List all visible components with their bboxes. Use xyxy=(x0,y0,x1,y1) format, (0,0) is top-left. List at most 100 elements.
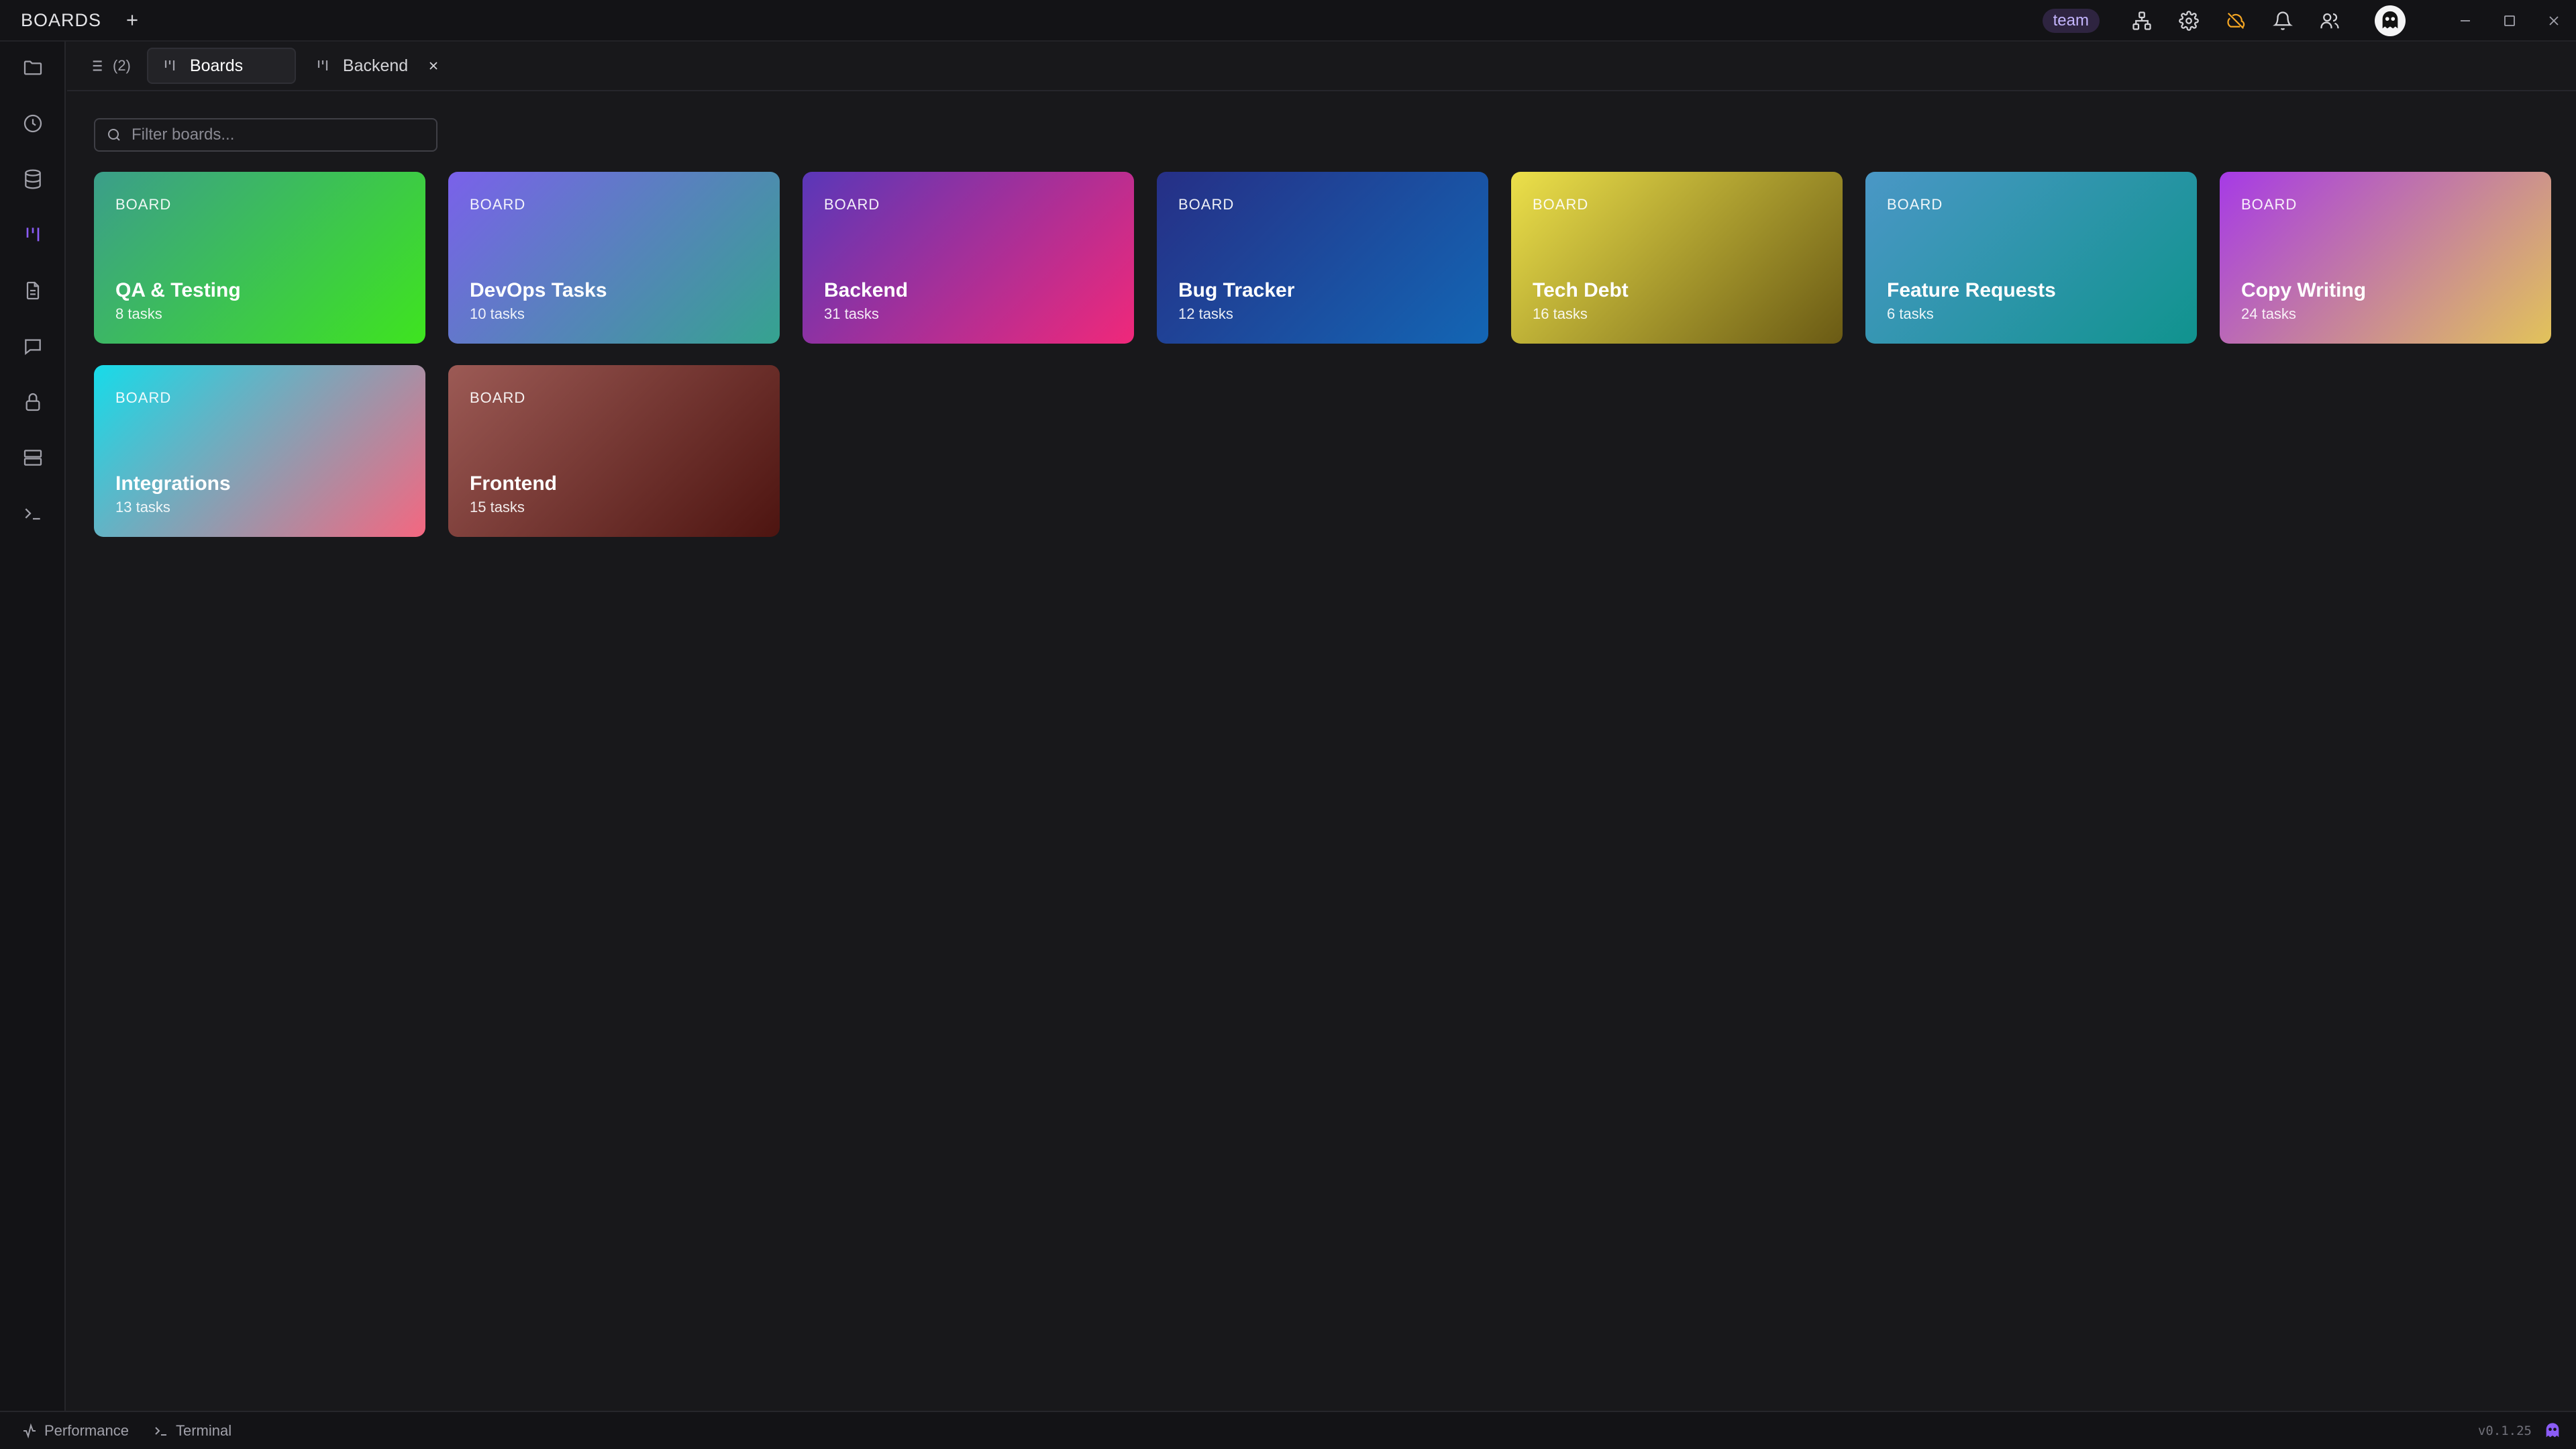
board-card[interactable]: BOARD Tech Debt 16 tasks xyxy=(1511,172,1843,344)
board-kind: BOARD xyxy=(1887,196,1943,213)
board-kind: BOARD xyxy=(1533,196,1589,213)
board-card[interactable]: BOARD Feature Requests 6 tasks xyxy=(1865,172,2197,344)
sidebar-item-boards[interactable] xyxy=(16,218,50,252)
board-card[interactable]: BOARD Bug Tracker 12 tasks xyxy=(1157,172,1488,344)
boards-grid: BOARD QA & Testing 8 tasks BOARD DevOps … xyxy=(94,172,2551,537)
board-task-count: 12 tasks xyxy=(1178,305,1233,322)
board-task-count: 24 tasks xyxy=(2241,305,2296,322)
board-task-count: 31 tasks xyxy=(824,305,879,322)
database-icon xyxy=(25,169,41,189)
app-logo xyxy=(2542,1421,2563,1441)
board-card[interactable]: BOARD Frontend 15 tasks xyxy=(448,365,780,537)
board-name: Frontend xyxy=(470,472,557,495)
board-card[interactable]: BOARD Backend 31 tasks xyxy=(803,172,1134,344)
board-name: Backend xyxy=(824,279,909,301)
board-card[interactable]: BOARD Integrations 13 tasks xyxy=(94,365,425,537)
users-icon xyxy=(2320,13,2339,29)
settings-button[interactable] xyxy=(2175,7,2202,34)
board-kind: BOARD xyxy=(1178,196,1235,213)
close-icon xyxy=(429,62,437,70)
filter-boards-input[interactable] xyxy=(132,126,436,144)
board-task-count: 13 tasks xyxy=(115,499,170,515)
title-bar-actions: team xyxy=(2042,0,2576,42)
tab-close-button[interactable] xyxy=(427,58,442,73)
add-board-button[interactable] xyxy=(120,8,144,32)
performance-button[interactable]: Performance xyxy=(21,1422,129,1440)
app-window: BOARDS team (2) Boards Backend Filter bo… xyxy=(0,0,2576,1449)
filter-boards-field[interactable] xyxy=(94,118,437,152)
sidebar xyxy=(0,42,66,1411)
board-task-count: 16 tasks xyxy=(1533,305,1588,322)
app-title: BOARDS xyxy=(21,9,102,30)
chat-icon xyxy=(25,339,41,356)
kanban-icon xyxy=(164,60,174,70)
sidebar-item-servers[interactable] xyxy=(16,441,50,474)
sidebar-item-terminal[interactable] xyxy=(16,497,50,530)
document-icon xyxy=(26,281,40,300)
board-task-count: 10 tasks xyxy=(470,305,525,322)
activity-icon xyxy=(23,1423,36,1438)
maximize-icon xyxy=(2504,15,2515,26)
users-button[interactable] xyxy=(2316,7,2343,34)
gear-icon xyxy=(2179,11,2199,31)
board-kind: BOARD xyxy=(115,389,172,406)
tab-boards[interactable]: Boards xyxy=(146,48,296,84)
board-kind: BOARD xyxy=(2241,196,2298,213)
search-icon xyxy=(108,129,120,141)
kanban-icon xyxy=(317,60,327,70)
sidebar-item-chat[interactable] xyxy=(16,330,50,363)
board-name: Feature Requests xyxy=(1887,279,2056,301)
notifications-button[interactable] xyxy=(2269,7,2296,34)
terminal-button[interactable]: Terminal xyxy=(153,1422,231,1440)
board-name: DevOps Tasks xyxy=(470,279,607,301)
sidebar-item-documents[interactable] xyxy=(16,274,50,307)
ghost-icon xyxy=(2382,11,2398,29)
board-kind: BOARD xyxy=(824,196,880,213)
board-name: Tech Debt xyxy=(1533,279,1629,301)
sidebar-item-files[interactable] xyxy=(16,51,50,85)
offline-button[interactable] xyxy=(2222,7,2249,34)
sidebar-item-history[interactable] xyxy=(16,107,50,140)
terminal-icon xyxy=(25,508,40,520)
version-label: v0.1.25 xyxy=(2477,1423,2532,1438)
tab-label: Boards xyxy=(189,56,244,75)
folder-icon xyxy=(23,60,42,75)
board-name: Copy Writing xyxy=(2241,279,2367,301)
sidebar-item-database[interactable] xyxy=(16,162,50,196)
team-badge[interactable]: team xyxy=(2042,9,2100,33)
clock-icon xyxy=(23,114,42,133)
minimize-button[interactable] xyxy=(2443,0,2487,42)
tab-count: (2) xyxy=(113,57,131,74)
tab-label: Backend xyxy=(342,56,409,75)
performance-label: Performance xyxy=(44,1421,129,1439)
server-icon xyxy=(23,450,42,466)
network-button[interactable] xyxy=(2128,7,2155,34)
minimize-icon xyxy=(2461,20,2470,21)
terminal-label: Terminal xyxy=(175,1421,232,1439)
board-card[interactable]: BOARD DevOps Tasks 10 tasks xyxy=(448,172,780,344)
kanban-icon xyxy=(26,228,40,242)
board-kind: BOARD xyxy=(470,196,526,213)
maximize-button[interactable] xyxy=(2487,0,2532,42)
board-kind: BOARD xyxy=(115,196,172,213)
title-bar: BOARDS team xyxy=(0,0,2576,42)
cloud-off-icon xyxy=(2227,12,2245,30)
board-name: QA & Testing xyxy=(115,279,241,301)
tab-bar: (2) Boards Backend xyxy=(67,42,2576,91)
user-avatar[interactable] xyxy=(2375,5,2406,36)
board-task-count: 8 tasks xyxy=(115,305,162,322)
close-icon xyxy=(2549,16,2559,26)
board-kind: BOARD xyxy=(470,389,526,406)
board-card[interactable]: BOARD Copy Writing 24 tasks xyxy=(2220,172,2551,344)
tab-list-button[interactable]: (2) xyxy=(79,48,139,84)
board-card[interactable]: BOARD QA & Testing 8 tasks xyxy=(94,172,425,344)
tab-backend[interactable]: Backend xyxy=(301,48,455,84)
close-window-button[interactable] xyxy=(2532,0,2576,42)
board-task-count: 15 tasks xyxy=(470,499,525,515)
plus-icon xyxy=(127,15,138,26)
list-icon xyxy=(90,60,102,71)
lock-icon xyxy=(25,393,40,411)
sidebar-item-security[interactable] xyxy=(16,385,50,419)
network-icon xyxy=(2132,11,2151,30)
board-name: Integrations xyxy=(115,472,231,495)
